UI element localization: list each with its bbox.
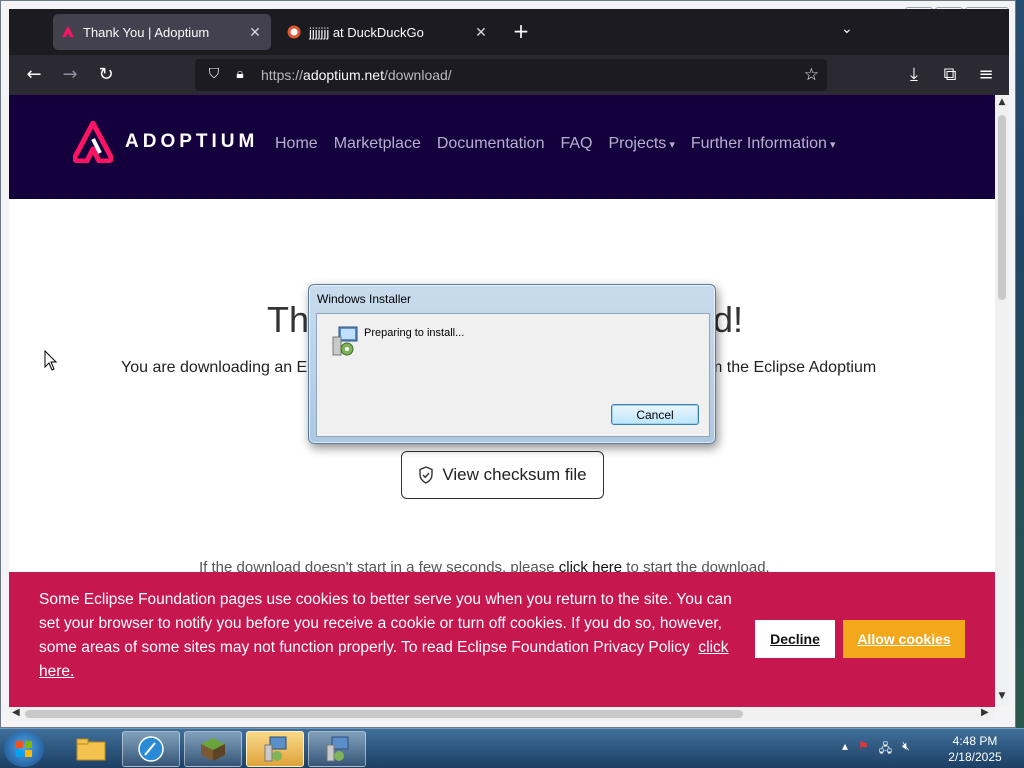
downloads-icon[interactable]: ⤓: [901, 63, 927, 87]
installer-computer-icon: [326, 736, 349, 762]
nav-projects-dropdown[interactable]: Projects: [608, 135, 674, 153]
tab-duckduckgo[interactable]: jjjjjjj at DuckDuckGo ✕: [279, 14, 497, 50]
windows-logo-icon: [16, 741, 32, 757]
taskbar-installer[interactable]: [308, 731, 366, 767]
installer-computer-icon: [264, 736, 287, 762]
tab-close-icon[interactable]: ✕: [247, 24, 263, 41]
taskbar-browser[interactable]: [122, 731, 180, 767]
network-icon[interactable]: 🖧︎: [879, 739, 892, 760]
nav-marketplace[interactable]: Marketplace: [334, 135, 421, 153]
lock-icon[interactable]: 🔒︎: [231, 66, 249, 84]
site-navigation: Home Marketplace Documentation FAQ Proje…: [275, 135, 836, 153]
browser-app-icon: [138, 736, 164, 762]
system-tray: ▴ ⚑ 🖧︎ 🔇︎: [842, 739, 910, 760]
reload-icon[interactable]: ↻: [93, 63, 119, 87]
cookie-consent-banner: Some Eclipse Foundation pages use cookie…: [9, 572, 995, 707]
adoptium-logo-icon: [73, 121, 113, 163]
taskbar-minecraft[interactable]: [184, 731, 242, 767]
folder-icon: [76, 738, 106, 761]
site-header: ADOPTIUM Home Marketplace Documentation …: [9, 95, 995, 199]
heading-right-fragment: d!: [713, 299, 744, 340]
volume-muted-icon[interactable]: 🔇︎: [902, 739, 910, 760]
forward-arrow-icon[interactable]: →: [57, 63, 83, 87]
dialog-cancel-button[interactable]: Cancel: [611, 404, 699, 425]
cookie-message: Some Eclipse Foundation pages use cookie…: [39, 588, 739, 684]
dialog-body: Preparing to install... Cancel: [316, 313, 710, 437]
nav-documentation[interactable]: Documentation: [437, 135, 545, 153]
bookmark-star-icon[interactable]: ☆: [804, 65, 819, 85]
decline-cookies-button[interactable]: Decline: [755, 620, 835, 658]
new-tab-button[interactable]: +: [509, 20, 533, 44]
taskbar-clock[interactable]: 4:48 PM 2/18/2025: [940, 733, 1010, 765]
scroll-down-arrow-icon[interactable]: ▼: [997, 691, 1007, 701]
shield-check-icon: [419, 466, 434, 484]
scroll-right-arrow-icon[interactable]: ▶: [981, 707, 989, 718]
show-hidden-icons-chevron-icon[interactable]: ▴: [842, 739, 848, 760]
heading-left-fragment: Th: [267, 299, 310, 340]
horizontal-scroll-thumb[interactable]: [25, 710, 743, 718]
checksum-label: View checksum file: [442, 465, 587, 484]
scroll-up-arrow-icon[interactable]: ▲: [997, 97, 1007, 107]
tab-list-chevron-icon[interactable]: ⌄: [841, 21, 853, 37]
action-center-flag-icon[interactable]: ⚑: [858, 739, 869, 760]
navigation-toolbar: ← → ↻ ⛉ 🔒︎ https://adoptium.net/download…: [9, 55, 1009, 95]
url-scheme: https://: [261, 67, 304, 83]
mouse-cursor-icon: [44, 350, 58, 371]
menu-hamburger-icon[interactable]: ≡: [973, 63, 999, 87]
address-bar[interactable]: ⛉ 🔒︎ https://adoptium.net/download/ ☆: [195, 59, 827, 91]
nav-further-information-dropdown[interactable]: Further Information: [691, 135, 836, 153]
view-checksum-button[interactable]: View checksum file: [401, 451, 604, 499]
tracking-protection-shield-icon[interactable]: ⛉: [205, 66, 223, 84]
clock-time: 4:48 PM: [952, 734, 998, 748]
tab-label: jjjjjjj at DuckDuckGo: [309, 24, 424, 40]
subtext-right-fragment: m the Eclipse Adoptium: [709, 359, 877, 376]
tab-adoptium[interactable]: Thank You | Adoptium ✕: [53, 14, 271, 50]
installer-computer-icon: [332, 326, 358, 356]
windows-installer-dialog: Windows Installer Preparing to install..…: [308, 284, 716, 444]
url-path: /download/: [383, 67, 452, 83]
clock-date: 2/18/2025: [948, 750, 1002, 764]
brand-wordmark: ADOPTIUM: [125, 131, 259, 152]
cookie-message-text: Some Eclipse Foundation pages use cookie…: [39, 591, 732, 656]
back-arrow-icon[interactable]: ←: [21, 63, 47, 87]
subtext-left-fragment: You are downloading an Ec: [121, 359, 316, 376]
adoptium-logo-icon: [62, 26, 74, 37]
extensions-puzzle-icon[interactable]: ⧉: [937, 63, 963, 87]
nav-home[interactable]: Home: [275, 135, 318, 153]
tab-label: Thank You | Adoptium: [83, 24, 210, 40]
tab-strip: Thank You | Adoptium ✕ jjjjjjj at DuckDu…: [9, 9, 1009, 55]
vertical-scroll-thumb[interactable]: [998, 115, 1006, 300]
url-host: adoptium.net: [303, 67, 384, 83]
dialog-message: Preparing to install...: [364, 327, 465, 339]
taskbar-installer-active[interactable]: [246, 731, 304, 767]
scroll-left-arrow-icon[interactable]: ◀: [12, 707, 20, 718]
nav-faq[interactable]: FAQ: [560, 135, 592, 153]
start-button[interactable]: [4, 731, 44, 767]
taskbar: ▴ ⚑ 🖧︎ 🔇︎ 4:48 PM 2/18/2025: [0, 728, 1024, 768]
adoptium-logo[interactable]: ADOPTIUM: [73, 121, 258, 163]
duckduckgo-icon: [287, 25, 301, 39]
url-text[interactable]: https://adoptium.net/download/: [261, 67, 452, 83]
dialog-title: Windows Installer: [317, 292, 412, 306]
horizontal-scrollbar[interactable]: ◀ ▶: [9, 707, 995, 721]
vertical-scrollbar[interactable]: ▲ ▼: [995, 95, 1009, 707]
grass-block-icon: [201, 738, 225, 761]
taskbar-explorer[interactable]: [62, 731, 120, 767]
allow-cookies-button[interactable]: Allow cookies: [843, 620, 965, 658]
tab-close-icon[interactable]: ✕: [473, 24, 489, 41]
